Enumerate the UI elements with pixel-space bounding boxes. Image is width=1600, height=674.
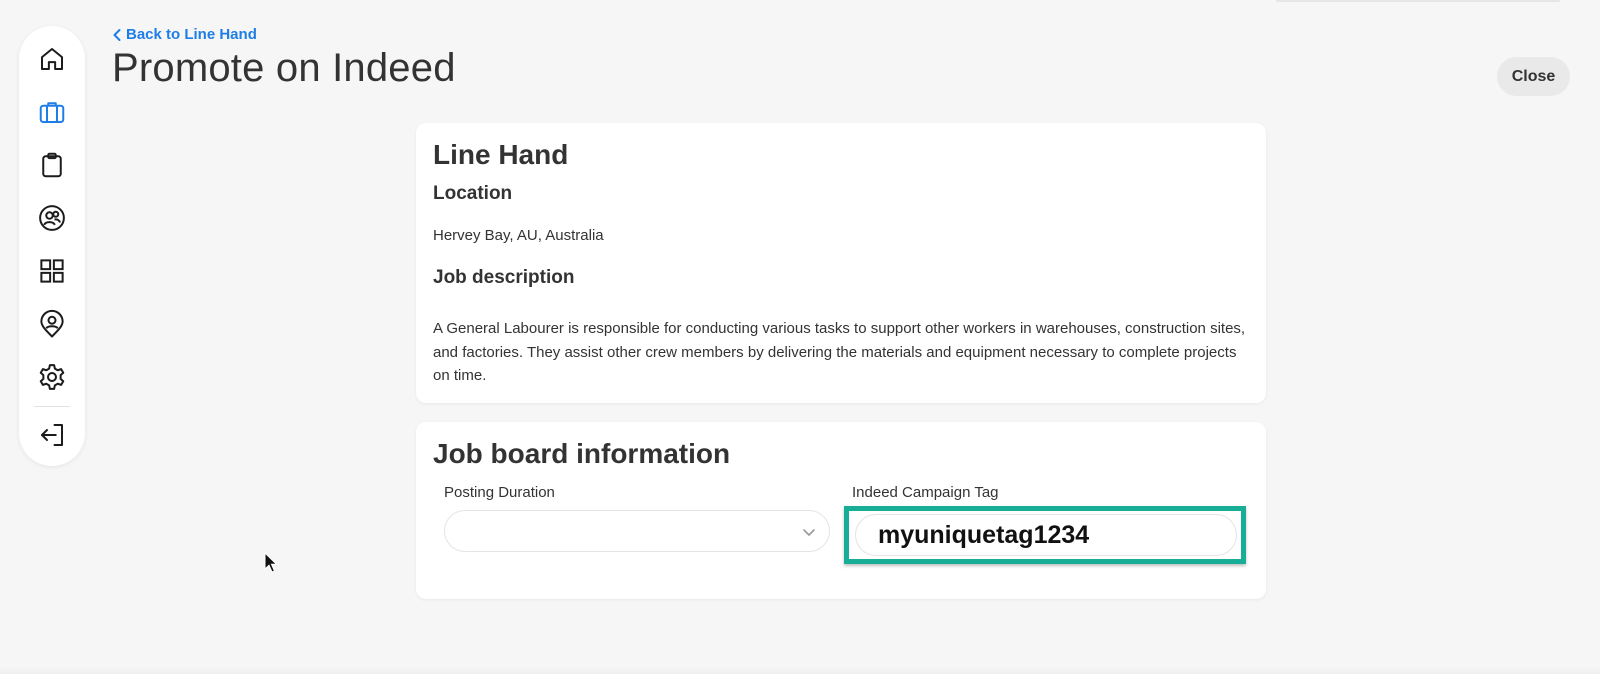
job-card: Line Hand Location Hervey Bay, AU, Austr… [416, 123, 1266, 403]
top-strip [1276, 0, 1560, 2]
campaign-tag-input[interactable] [855, 514, 1237, 556]
location-heading: Location [433, 183, 513, 204]
sidebar-item-logout[interactable] [30, 413, 74, 456]
user-pin-icon [40, 309, 64, 338]
chevron-left-icon [113, 28, 121, 41]
description-text: A General Labourer is responsible for co… [433, 320, 1246, 384]
sidebar-item-candidates[interactable] [30, 197, 74, 240]
job-board-card: Job board information Posting Duration I… [416, 422, 1266, 599]
sidebar-item-settings[interactable] [30, 355, 74, 398]
sidebar-item-apps[interactable] [30, 250, 74, 293]
back-link-label: Back to Line Hand [126, 26, 257, 43]
job-title: Line Hand [433, 139, 569, 170]
sidebar-divider [34, 406, 70, 408]
page-title: Promote on Indeed [112, 46, 456, 90]
posting-duration-label: Posting Duration [444, 484, 555, 501]
job-board-title: Job board information [433, 438, 731, 469]
briefcase-icon [39, 102, 65, 124]
page: Back to Line Hand Promote on Indeed Clos… [0, 0, 1600, 674]
grid-icon [40, 259, 64, 283]
clipboard-icon [42, 152, 62, 178]
bottom-strip [0, 666, 1600, 674]
posting-duration-select[interactable] [444, 510, 830, 552]
mouse-cursor-icon [264, 552, 278, 573]
logout-icon [41, 423, 63, 446]
sidebar-item-tasks[interactable] [30, 144, 74, 187]
sidebar-item-jobs[interactable] [30, 91, 74, 134]
close-button[interactable]: Close [1497, 57, 1570, 96]
gear-icon [39, 363, 65, 390]
chevron-down-icon [803, 529, 815, 536]
campaign-tag-highlight [844, 506, 1246, 564]
sidebar [19, 26, 85, 466]
sidebar-item-locations[interactable] [30, 302, 74, 345]
users-icon [39, 205, 65, 231]
home-icon [41, 48, 63, 71]
location-text: Hervey Bay, AU, Australia [433, 227, 604, 244]
campaign-tag-label: Indeed Campaign Tag [852, 484, 999, 501]
back-link[interactable]: Back to Line Hand [112, 26, 257, 43]
description-heading: Job description [433, 267, 575, 288]
sidebar-item-home[interactable] [30, 38, 74, 81]
